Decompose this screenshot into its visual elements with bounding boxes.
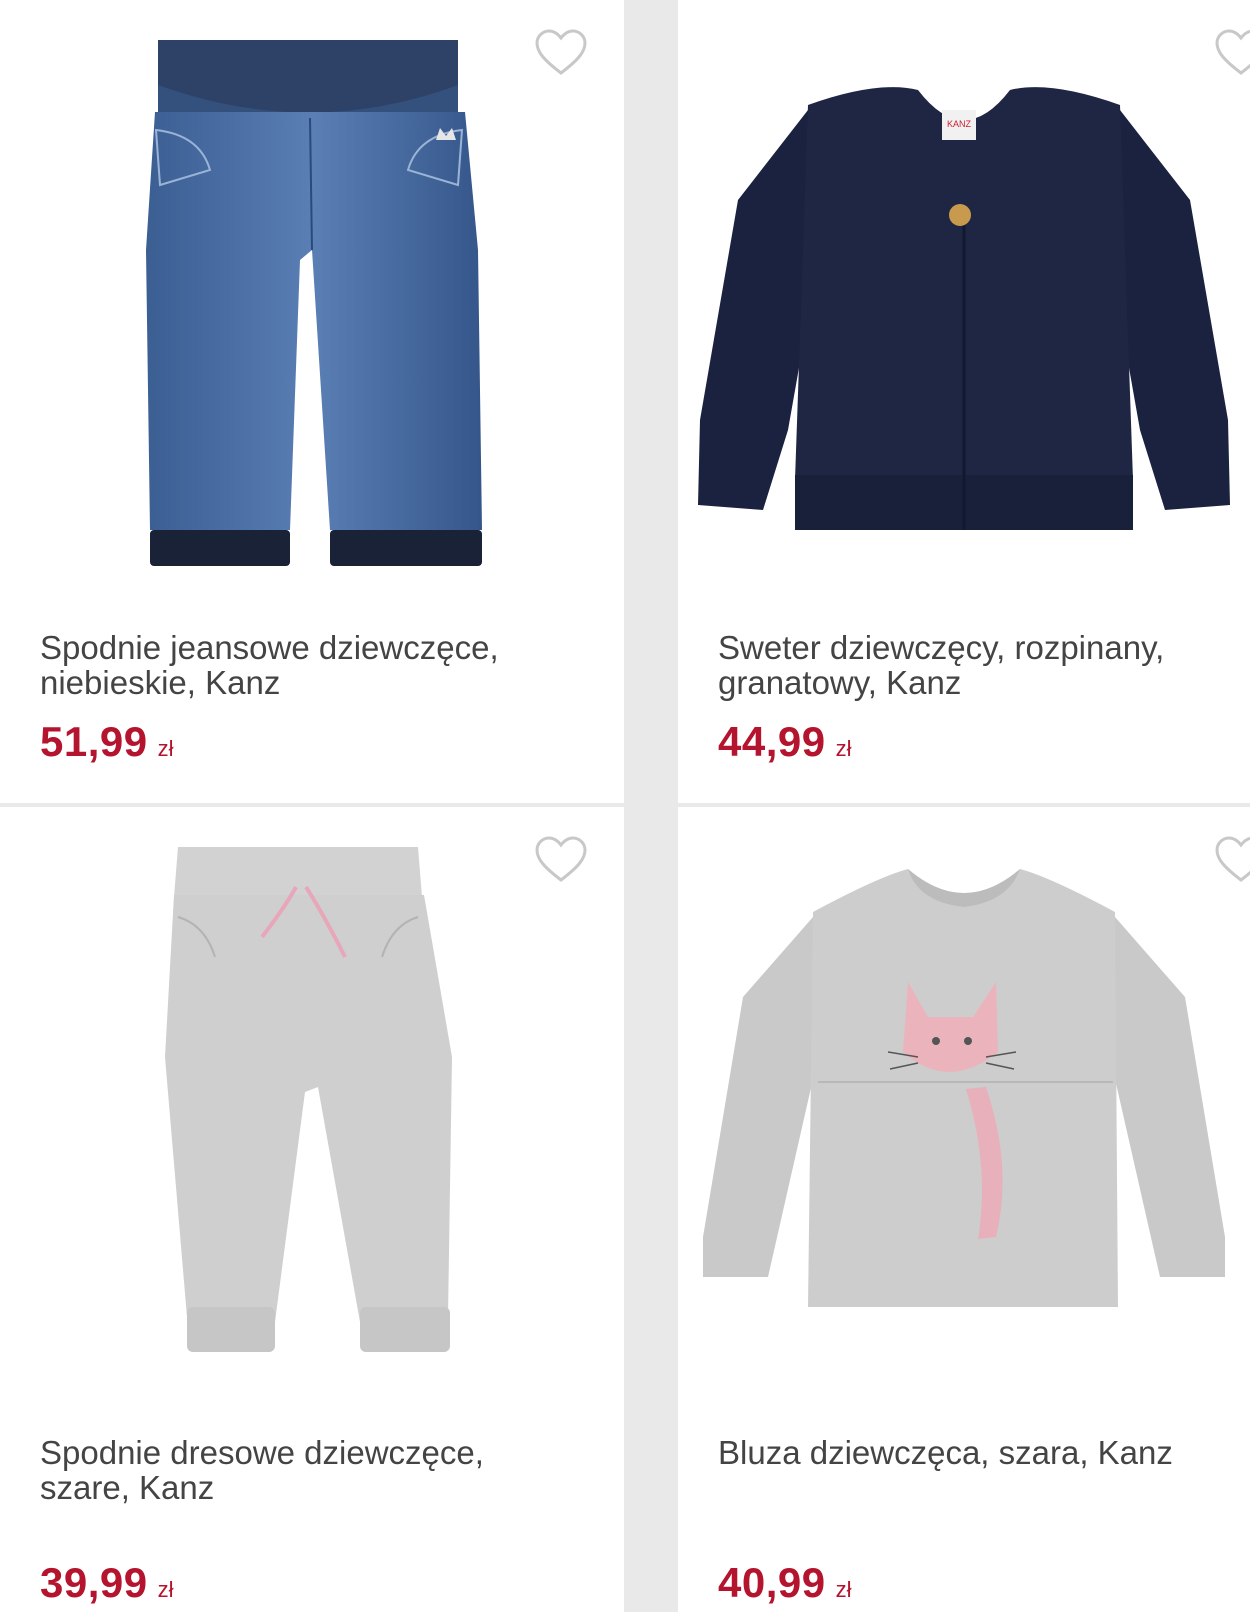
product-title[interactable]: Bluza dziewczęca, szara, Kanz — [718, 1435, 1250, 1470]
favorite-heart-icon[interactable] — [1214, 28, 1250, 78]
product-image-sweatshirt[interactable] — [678, 807, 1250, 1407]
price-currency: zł — [835, 736, 852, 761]
product-price: 39,99 zł — [40, 1559, 174, 1607]
price-amount: 51,99 — [40, 718, 148, 765]
product-title[interactable]: Sweter dziewczęcy, rozpinany, granatowy,… — [718, 630, 1250, 700]
price-currency: zł — [157, 736, 174, 761]
favorite-heart-icon[interactable] — [534, 28, 588, 78]
product-title[interactable]: Spodnie dresowe dziewczęce, szare, Kanz — [40, 1435, 580, 1505]
price-currency: zł — [157, 1577, 174, 1602]
product-image-jeans[interactable] — [0, 0, 624, 600]
product-image-sweatpants[interactable] — [0, 807, 624, 1407]
price-amount: 39,99 — [40, 1559, 148, 1606]
product-card[interactable]: Spodnie dresowe dziewczęce, szare, Kanz … — [0, 807, 624, 1612]
price-currency: zł — [835, 1577, 852, 1602]
product-grid: Spodnie jeansowe dziewczęce, niebieskie,… — [0, 0, 1250, 1612]
product-price: 40,99 zł — [718, 1559, 852, 1607]
product-image-cardigan[interactable]: KANZ — [678, 0, 1250, 600]
svg-text:KANZ: KANZ — [947, 119, 972, 129]
favorite-heart-icon[interactable] — [534, 835, 588, 885]
price-amount: 40,99 — [718, 1559, 826, 1606]
product-title[interactable]: Spodnie jeansowe dziewczęce, niebieskie,… — [40, 630, 580, 700]
product-card[interactable]: Spodnie jeansowe dziewczęce, niebieskie,… — [0, 0, 624, 803]
product-price: 44,99 zł — [718, 718, 852, 766]
favorite-heart-icon[interactable] — [1214, 835, 1250, 885]
price-amount: 44,99 — [718, 718, 826, 765]
product-price: 51,99 zł — [40, 718, 174, 766]
product-card[interactable]: KANZ Sweter dziewczęcy, rozpinany, grana… — [678, 0, 1250, 803]
product-card[interactable]: Bluza dziewczęca, szara, Kanz 40,99 zł — [678, 807, 1250, 1612]
